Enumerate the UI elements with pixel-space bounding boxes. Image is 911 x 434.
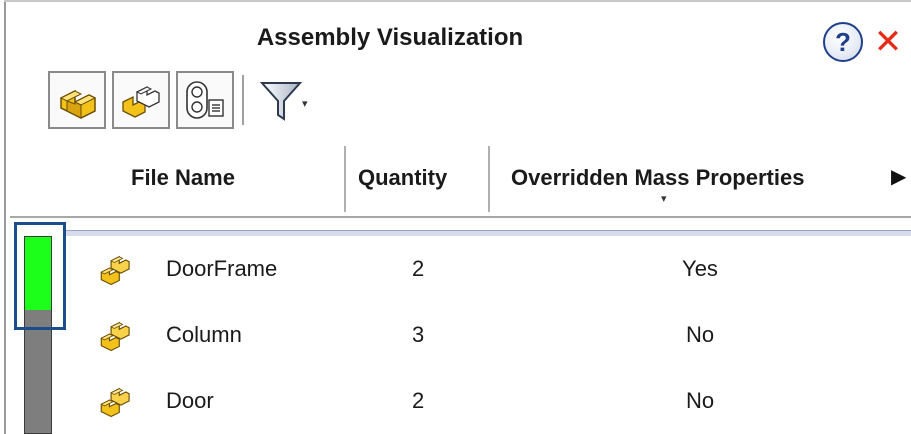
panel-title: Assembly Visualization (256, 24, 524, 51)
header-divider (10, 216, 911, 218)
column-header-quantity[interactable]: Quantity (358, 138, 447, 218)
close-icon: ✕ (873, 23, 903, 61)
help-button[interactable]: ? (823, 22, 863, 62)
row-overridden-mass-properties: No (685, 388, 715, 413)
filter-icon (259, 82, 303, 121)
scroll-right-icon[interactable]: ▶ (891, 164, 906, 189)
assembly-button[interactable] (112, 71, 170, 129)
assembly-icon (100, 387, 130, 418)
close-button[interactable]: ✕ (870, 22, 906, 62)
row-file-name: Column (166, 322, 242, 347)
part-icon (59, 89, 97, 119)
help-icon: ? (835, 26, 851, 57)
filter-dropdown-caret[interactable]: ▾ (302, 97, 308, 110)
sort-indicator-icon: ▾ (661, 193, 667, 205)
table-row[interactable]: Column 3 No (60, 302, 911, 368)
assembly-visualization-panel: Assembly Visualization ? ✕ ▾ File Name Q… (0, 0, 911, 434)
assembly-icon (100, 255, 130, 286)
table-row[interactable]: DoorFrame 2 Yes (60, 236, 911, 302)
assembly-icon (100, 321, 130, 352)
column-header-file-name[interactable]: File Name (131, 138, 235, 218)
part-button[interactable] (48, 71, 106, 129)
row-file-name: DoorFrame (166, 256, 278, 281)
row-quantity: 2 (412, 388, 425, 413)
assembly-icon (122, 85, 160, 118)
row-quantity: 3 (412, 322, 425, 347)
row-overridden-mass-properties: Yes (682, 256, 718, 281)
value-bar-selection[interactable] (14, 222, 66, 330)
column-separator[interactable] (344, 146, 346, 212)
display-list-button[interactable] (176, 71, 234, 129)
row-quantity: 2 (412, 256, 425, 281)
row-overridden-mass-properties: No (685, 322, 715, 347)
table-header: File Name Quantity Overridden Mass Prope… (0, 138, 911, 218)
toolbar: ▾ (48, 71, 310, 129)
table-row[interactable]: Door 2 No (60, 368, 911, 434)
toolbar-separator (242, 75, 244, 125)
display-list-icon (186, 81, 224, 119)
filter-button[interactable]: ▾ (252, 71, 310, 129)
column-header-overridden-mass-properties[interactable]: Overridden Mass Properties (511, 138, 804, 218)
panel-top-border (4, 0, 911, 2)
row-file-name: Door (166, 388, 214, 413)
column-separator[interactable] (488, 146, 490, 212)
